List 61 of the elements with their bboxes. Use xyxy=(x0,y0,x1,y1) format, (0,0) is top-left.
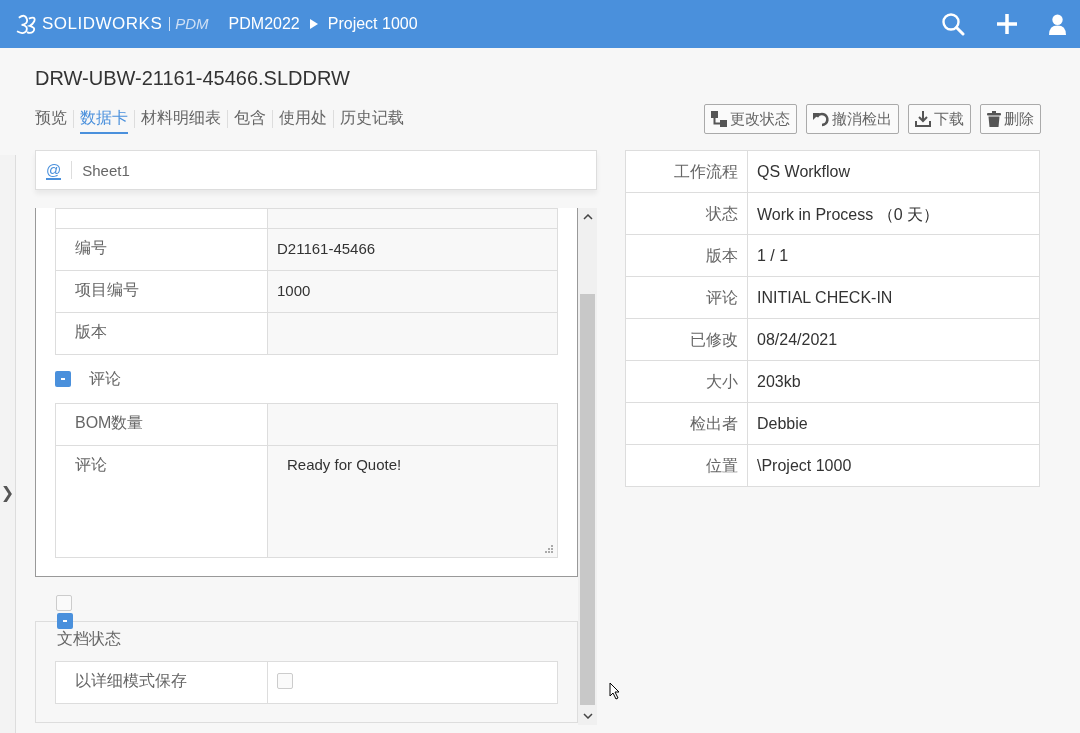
file-title: DRW-UBW-21161-45466.SLDDRW xyxy=(35,67,351,90)
breadcrumb-link[interactable]: Project 1000 xyxy=(327,15,418,33)
breadcrumb-link[interactable]: PDM2022 xyxy=(228,15,300,33)
property-label: 状态 xyxy=(626,193,748,234)
tab[interactable]: 历史记载 xyxy=(340,104,404,134)
property-value: Work in Process （0 天） xyxy=(756,205,940,225)
field-value[interactable]: D21161-45466 xyxy=(268,229,557,270)
field-value[interactable] xyxy=(268,404,557,445)
scrollbar-thumb[interactable] xyxy=(580,294,595,705)
brand-logo: SOLIDWORKS xyxy=(42,14,163,34)
property-label: 位置 xyxy=(626,445,748,486)
logo-icon xyxy=(16,14,38,34)
property-label: 工作流程 xyxy=(626,151,748,192)
property-label: 版本 xyxy=(626,235,748,276)
tab[interactable]: 预览 xyxy=(35,104,67,134)
sheet-tab[interactable]: Sheet1 xyxy=(82,161,130,179)
property-value: QS Workflow xyxy=(756,162,852,182)
tab[interactable]: 数据卡 xyxy=(80,104,128,134)
action-button[interactable]: 删除 xyxy=(980,104,1041,134)
undo-icon xyxy=(813,111,829,127)
action-button[interactable]: 更改状态 xyxy=(704,104,797,134)
property-value: 203kb xyxy=(756,372,802,392)
property-label: 检出者 xyxy=(626,403,748,444)
product-name: PDM xyxy=(169,17,209,31)
field-value[interactable]: 1000 xyxy=(268,271,557,312)
search-icon[interactable] xyxy=(941,12,965,36)
breadcrumb-arrow-icon xyxy=(309,19,318,29)
group-title: 评论 xyxy=(89,368,121,389)
resize-grip-icon[interactable] xyxy=(545,545,554,554)
field-value[interactable]: Ready for Quote! xyxy=(268,446,557,557)
property-label: 大小 xyxy=(626,361,748,402)
checkbox[interactable] xyxy=(277,673,293,689)
scroll-up-icon[interactable] xyxy=(582,214,593,220)
scrollbar[interactable] xyxy=(578,208,597,725)
user-icon[interactable] xyxy=(1049,13,1066,35)
tab[interactable]: 材料明细表 xyxy=(141,104,221,134)
property-value: 1 / 1 xyxy=(756,246,790,266)
add-icon[interactable] xyxy=(996,13,1018,35)
action-button[interactable]: 下载 xyxy=(908,104,971,134)
sheet-tab[interactable]: @ xyxy=(46,160,62,180)
expand-sidebar-button[interactable]: ❯ xyxy=(0,482,15,502)
property-value: \Project 1000 xyxy=(756,456,853,476)
scroll-down-icon[interactable] xyxy=(582,713,593,719)
checkbox[interactable] xyxy=(56,595,72,611)
group-title: 文档状态 xyxy=(56,629,122,649)
tab[interactable]: 包含 xyxy=(234,104,266,134)
property-label: 已修改 xyxy=(626,319,748,360)
field-value[interactable] xyxy=(268,313,557,354)
property-label: 评论 xyxy=(626,277,748,318)
field-label: 以详细模式保存 xyxy=(56,662,268,703)
collapse-button[interactable] xyxy=(55,371,71,387)
workflow-icon xyxy=(711,111,727,127)
collapse-button[interactable] xyxy=(57,613,73,629)
property-value: Debbie xyxy=(756,414,809,434)
download-icon xyxy=(915,111,931,127)
action-button[interactable]: 撤消检出 xyxy=(806,104,899,134)
property-value: INITIAL CHECK-IN xyxy=(756,288,894,308)
mouse-cursor-icon xyxy=(609,682,621,700)
property-value: 08/24/2021 xyxy=(756,330,839,350)
trash-icon xyxy=(987,111,1001,127)
tab[interactable]: 使用处 xyxy=(279,104,327,134)
